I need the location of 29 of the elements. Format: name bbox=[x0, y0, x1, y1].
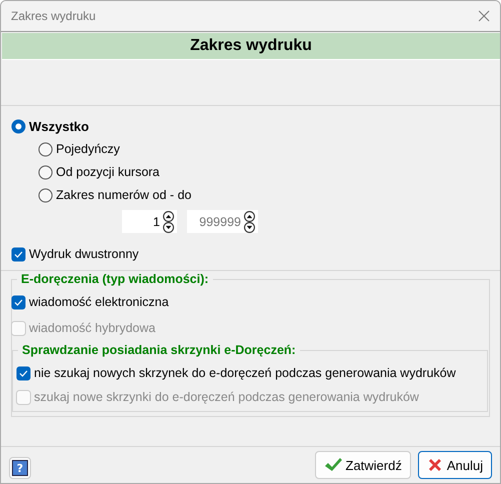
close-icon[interactable] bbox=[478, 10, 490, 22]
radio-button[interactable] bbox=[11, 118, 26, 134]
spin-arrows-icon[interactable] bbox=[243, 210, 258, 233]
radio-button[interactable] bbox=[38, 164, 53, 180]
window-title: Zakres wydruku bbox=[11, 9, 96, 23]
check-icon bbox=[324, 457, 342, 473]
group-title: E-doręczenia (typ wiadomości): bbox=[17, 272, 213, 286]
number-field[interactable]: 1 bbox=[122, 210, 162, 233]
checkbox-label: nie szukaj nowych skrzynek do e-doręczeń podczas generowania wydruków bbox=[34, 366, 456, 380]
checkbox[interactable] bbox=[16, 366, 31, 380]
radio-label: Pojedyńczy bbox=[56, 142, 120, 156]
radio-button[interactable] bbox=[38, 188, 53, 202]
checkbox-label: wiadomość elektroniczna bbox=[29, 295, 169, 309]
group-title: Sprawdzanie posiadania skrzynki e-Doręczeń: bbox=[18, 343, 300, 357]
checkbox[interactable] bbox=[11, 246, 26, 262]
checkbox-label: Wydruk dwustronny bbox=[29, 247, 139, 261]
radio-label: Zakres numerów od - do bbox=[56, 188, 192, 202]
checkbox-label: szukaj nowe skrzynki do e-doręczeń podczas generowania wydruków bbox=[34, 390, 419, 404]
header-bar: Zakres wydruku bbox=[2, 33, 500, 60]
help-button[interactable]: ? bbox=[9, 457, 31, 479]
spin-arrows-icon[interactable] bbox=[162, 210, 177, 233]
confirm-button[interactable]: Zatwierdź bbox=[314, 451, 411, 479]
cancel-button[interactable]: Anuluj bbox=[418, 451, 492, 479]
radio-label: Wszystko bbox=[29, 118, 89, 134]
radio-button[interactable] bbox=[38, 142, 53, 156]
radio-label: Od pozycji kursora bbox=[56, 165, 160, 179]
checkbox-label: wiadomość hybrydowa bbox=[29, 321, 156, 335]
checkbox[interactable] bbox=[11, 294, 26, 310]
close-icon bbox=[426, 457, 443, 473]
